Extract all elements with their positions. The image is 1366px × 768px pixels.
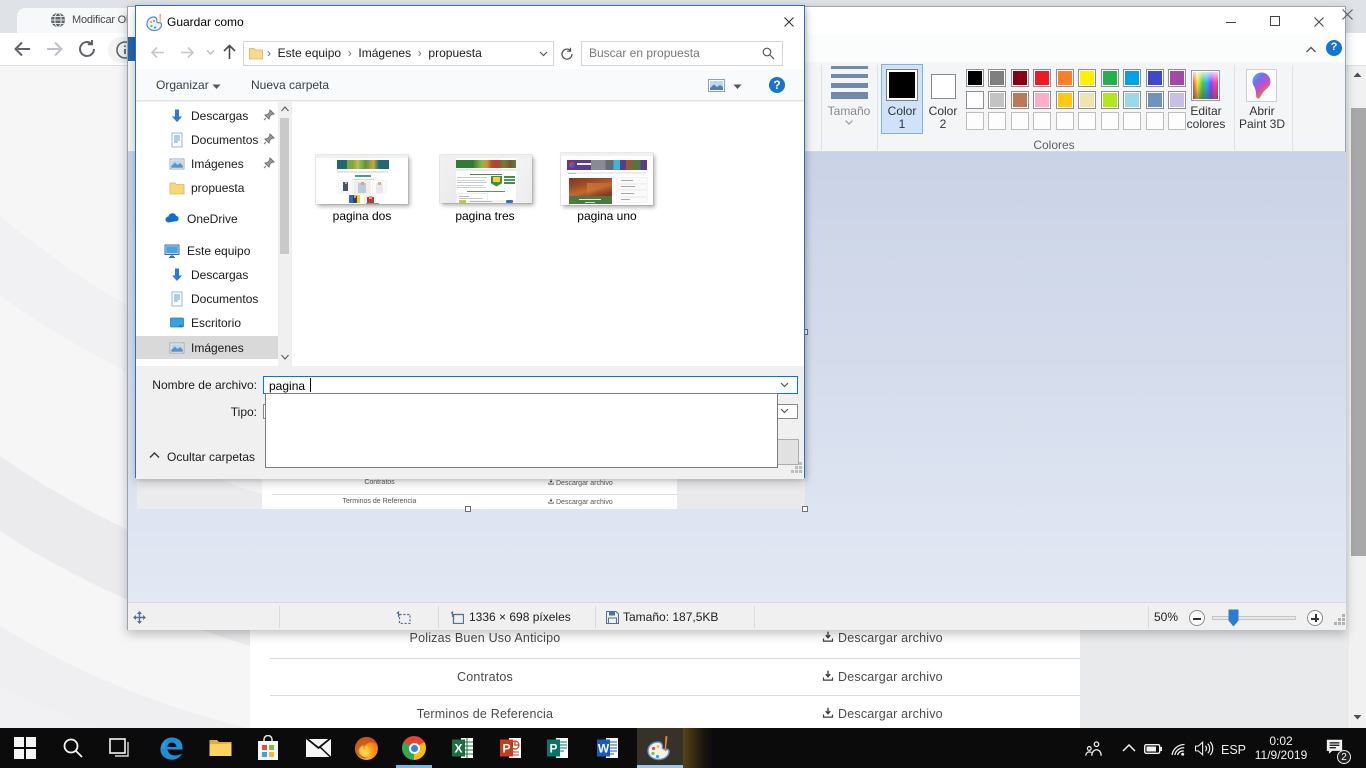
svg-text:W: W (598, 742, 610, 756)
svg-text:P: P (502, 742, 510, 756)
svg-text:X: X (454, 742, 462, 756)
svg-text:P: P (549, 742, 557, 756)
